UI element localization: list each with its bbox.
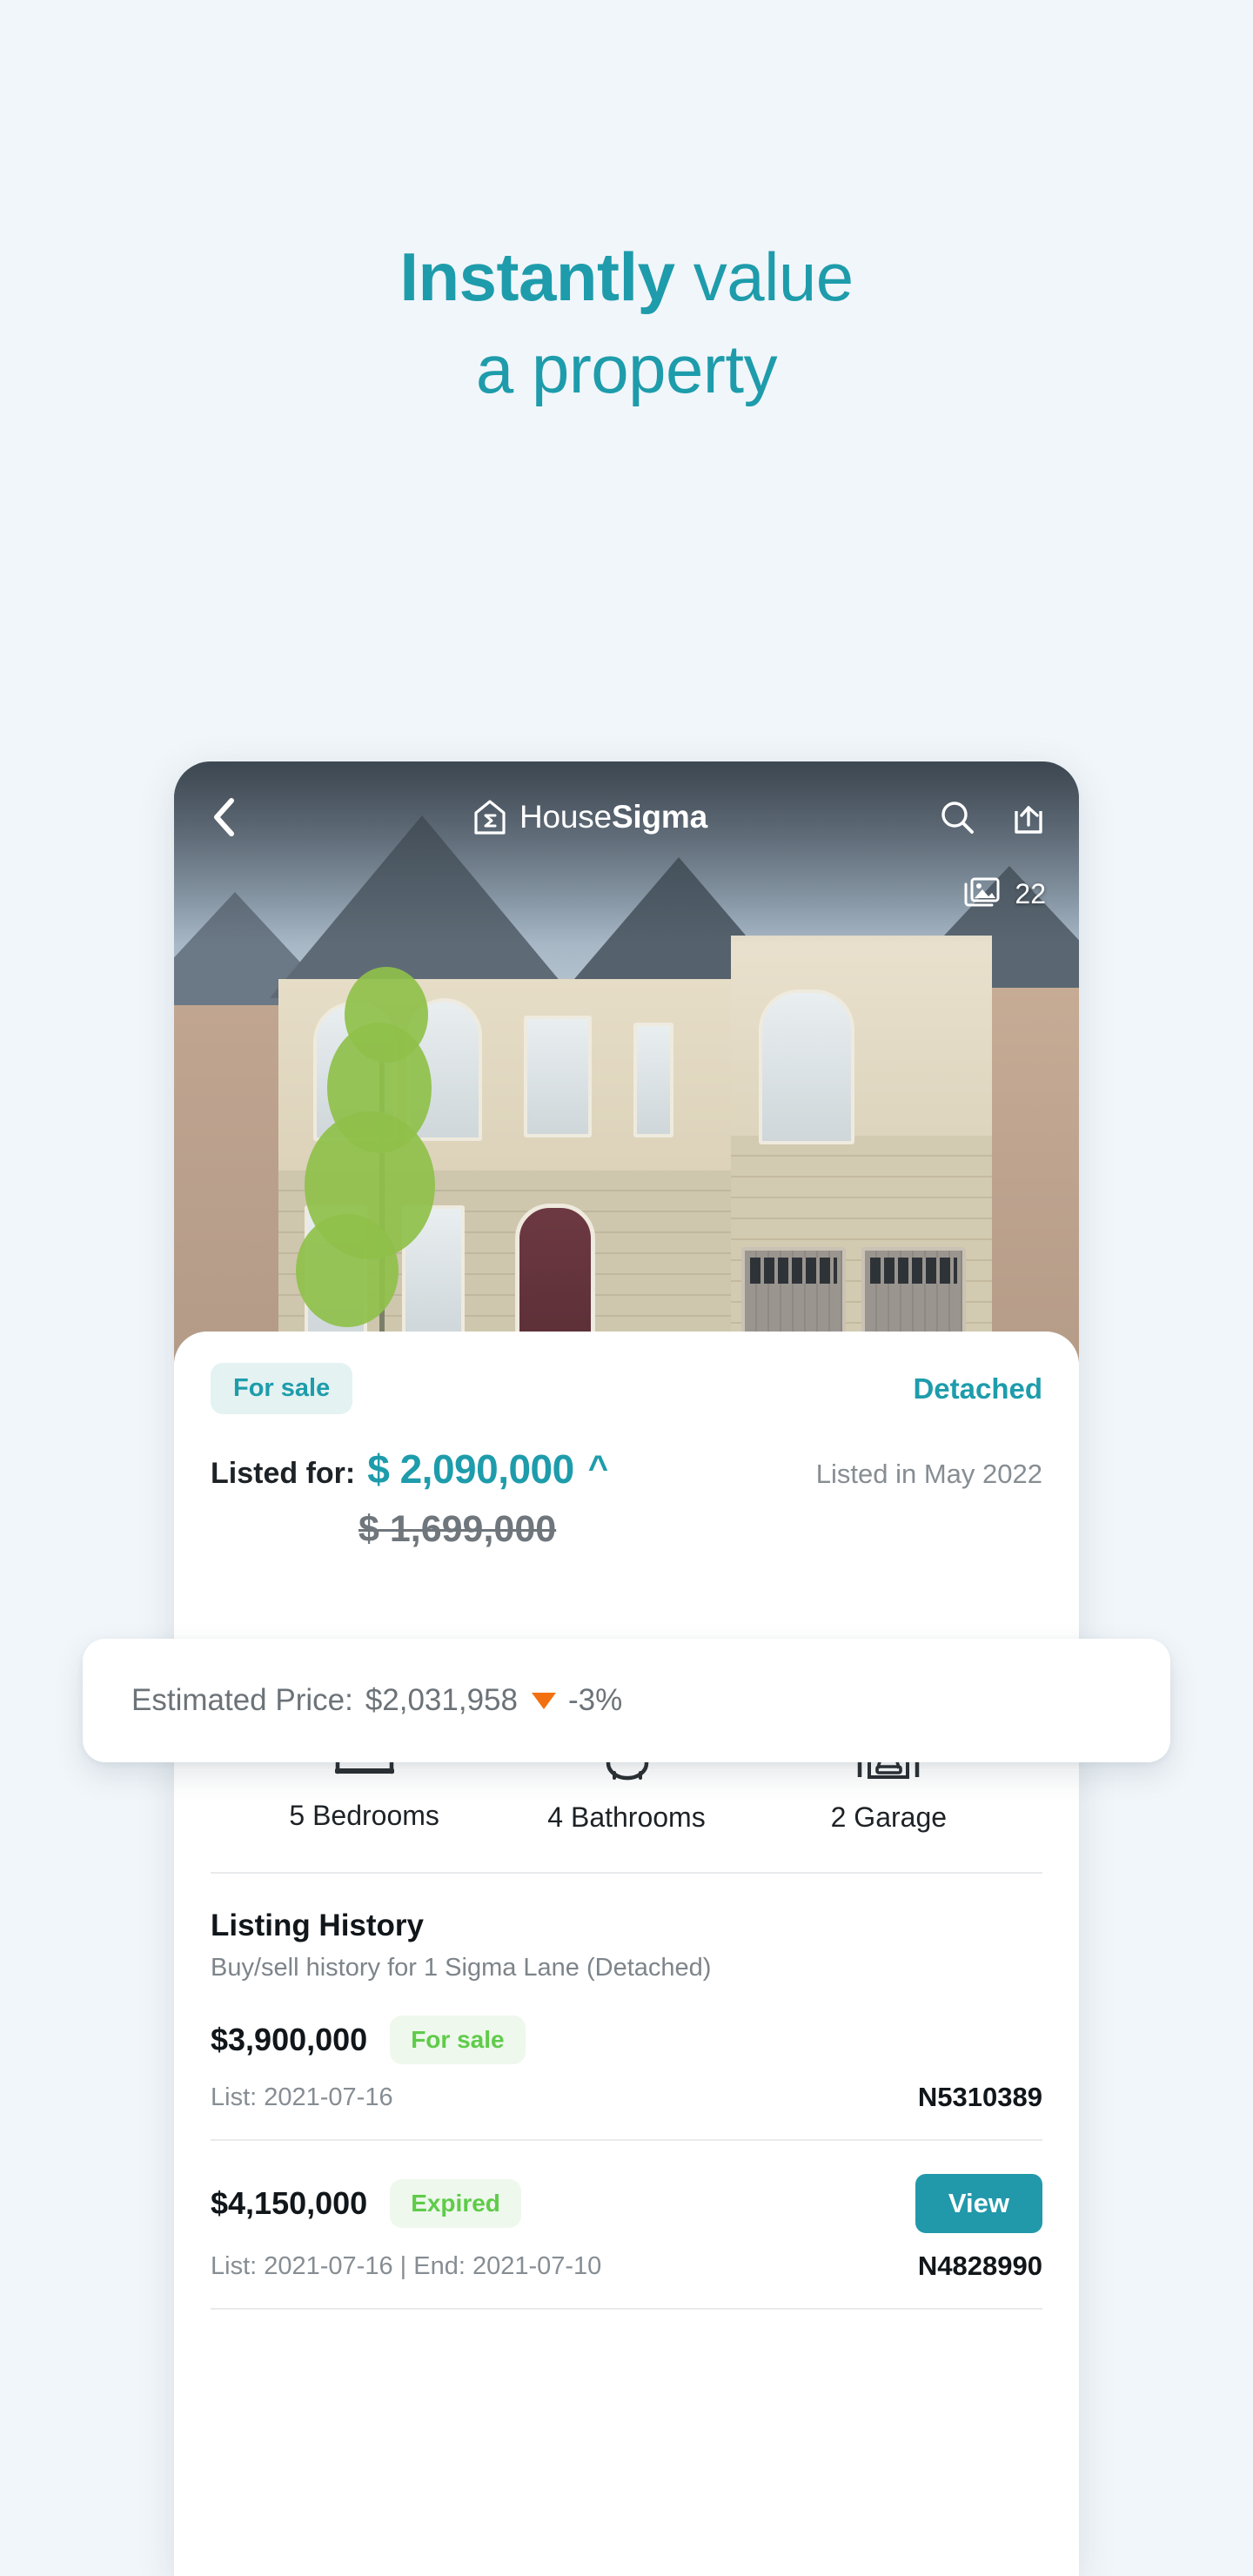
caret-up-icon[interactable]: ^ [588, 1451, 608, 1486]
history-mls-number: N5310389 [917, 2082, 1042, 2112]
neighbour-left-facade [174, 1005, 287, 1362]
headline-line2: a property [475, 331, 778, 408]
app-bar-actions [936, 796, 1049, 838]
price-label: Listed for: [211, 1457, 356, 1490]
history-status-badge: For sale [390, 2016, 526, 2064]
share-button[interactable] [1008, 796, 1049, 838]
listing-detail-sheet: For sale Detached Listed for: $ 2,090,00… [174, 1332, 1079, 2576]
headline-rest: value [674, 238, 854, 315]
property-type-label: Detached [913, 1372, 1042, 1405]
chevron-left-icon [214, 798, 234, 836]
previous-price: $ 1,699,000 [358, 1508, 557, 1550]
photo-count-badge[interactable]: 22 [962, 876, 1046, 911]
view-button[interactable]: View [915, 2174, 1042, 2233]
garage-window-2 [870, 1258, 957, 1284]
history-row-primary: $3,900,000 For sale [211, 2016, 1042, 2064]
window-upper-4 [633, 1023, 673, 1137]
back-button[interactable] [204, 797, 244, 837]
listing-price: $ 2,090,000 [367, 1446, 574, 1492]
triangle-down-icon [531, 1692, 556, 1709]
listing-history-header: Listing History Buy/sell history for 1 S… [211, 1874, 1042, 1982]
estimated-price-value: $2,031,958 [365, 1683, 518, 1717]
status-row: For sale Detached [211, 1332, 1042, 1414]
estimated-price-change: -3% [567, 1683, 623, 1717]
listing-photo[interactable]: HouseSigma 22 [174, 761, 1079, 1362]
house-sigma-logo-icon [474, 800, 506, 835]
history-row-primary: $4,150,000 Expired View [211, 2174, 1042, 2233]
feature-label: 4 Bathrooms [547, 1801, 706, 1833]
headline-strong: Instantly [399, 238, 675, 315]
status-badge: For sale [211, 1363, 353, 1414]
photo-gallery-icon [964, 877, 1000, 907]
brand-text-bold: Sigma [611, 799, 707, 835]
brand-text-light: House [519, 799, 612, 835]
tree-foliage [345, 967, 428, 1063]
estimated-price-label: Estimated Price: [131, 1683, 353, 1717]
estimated-price-card[interactable]: Estimated Price: $2,031,958 -3% [83, 1639, 1170, 1762]
history-status-badge: Expired [390, 2179, 521, 2228]
tree-foliage [296, 1214, 399, 1327]
share-icon [1015, 806, 1042, 834]
table-row[interactable]: $4,150,000 Expired View List: 2021-07-16… [211, 2141, 1042, 2308]
page-root: Instantly value a property HouseSigma 22… [0, 0, 1253, 2576]
feature-label: 5 Bedrooms [289, 1800, 439, 1831]
history-dates: List: 2021-07-16 | End: 2021-07-10 [211, 2251, 602, 2280]
search-button[interactable] [936, 796, 978, 838]
history-row-secondary: List: 2021-07-16 N5310389 [211, 2082, 1042, 2113]
history-row-secondary: List: 2021-07-16 | End: 2021-07-10 N4828… [211, 2251, 1042, 2282]
app-header-bar: HouseSigma [174, 779, 1079, 855]
window-upper-5 [759, 989, 854, 1144]
history-mls-number: N4828990 [917, 2251, 1042, 2281]
brand-logo[interactable]: HouseSigma [244, 798, 936, 836]
photo-count-value: 22 [1015, 877, 1046, 909]
listing-history-subtitle: Buy/sell history for 1 Sigma Lane (Detac… [211, 1954, 712, 1982]
history-price: $3,900,000 [211, 2022, 368, 2057]
search-icon [941, 802, 974, 834]
window-upper-3 [524, 1016, 592, 1137]
garage-window-1 [750, 1258, 837, 1284]
table-row[interactable]: $3,900,000 For sale List: 2021-07-16 N53… [211, 1982, 1042, 2139]
divider [211, 2308, 1042, 2310]
price-row: Listed for: $ 2,090,000 ^ Listed in May … [211, 1446, 1042, 1493]
history-dates: List: 2021-07-16 [211, 2083, 393, 2111]
listing-history-title: Listing History [211, 1909, 425, 1942]
page-title: Instantly value a property [0, 237, 1253, 409]
listed-date-label: Listed in May 2022 [815, 1459, 1042, 1489]
history-price: $4,150,000 [211, 2185, 368, 2221]
feature-label: 2 Garage [830, 1801, 948, 1833]
